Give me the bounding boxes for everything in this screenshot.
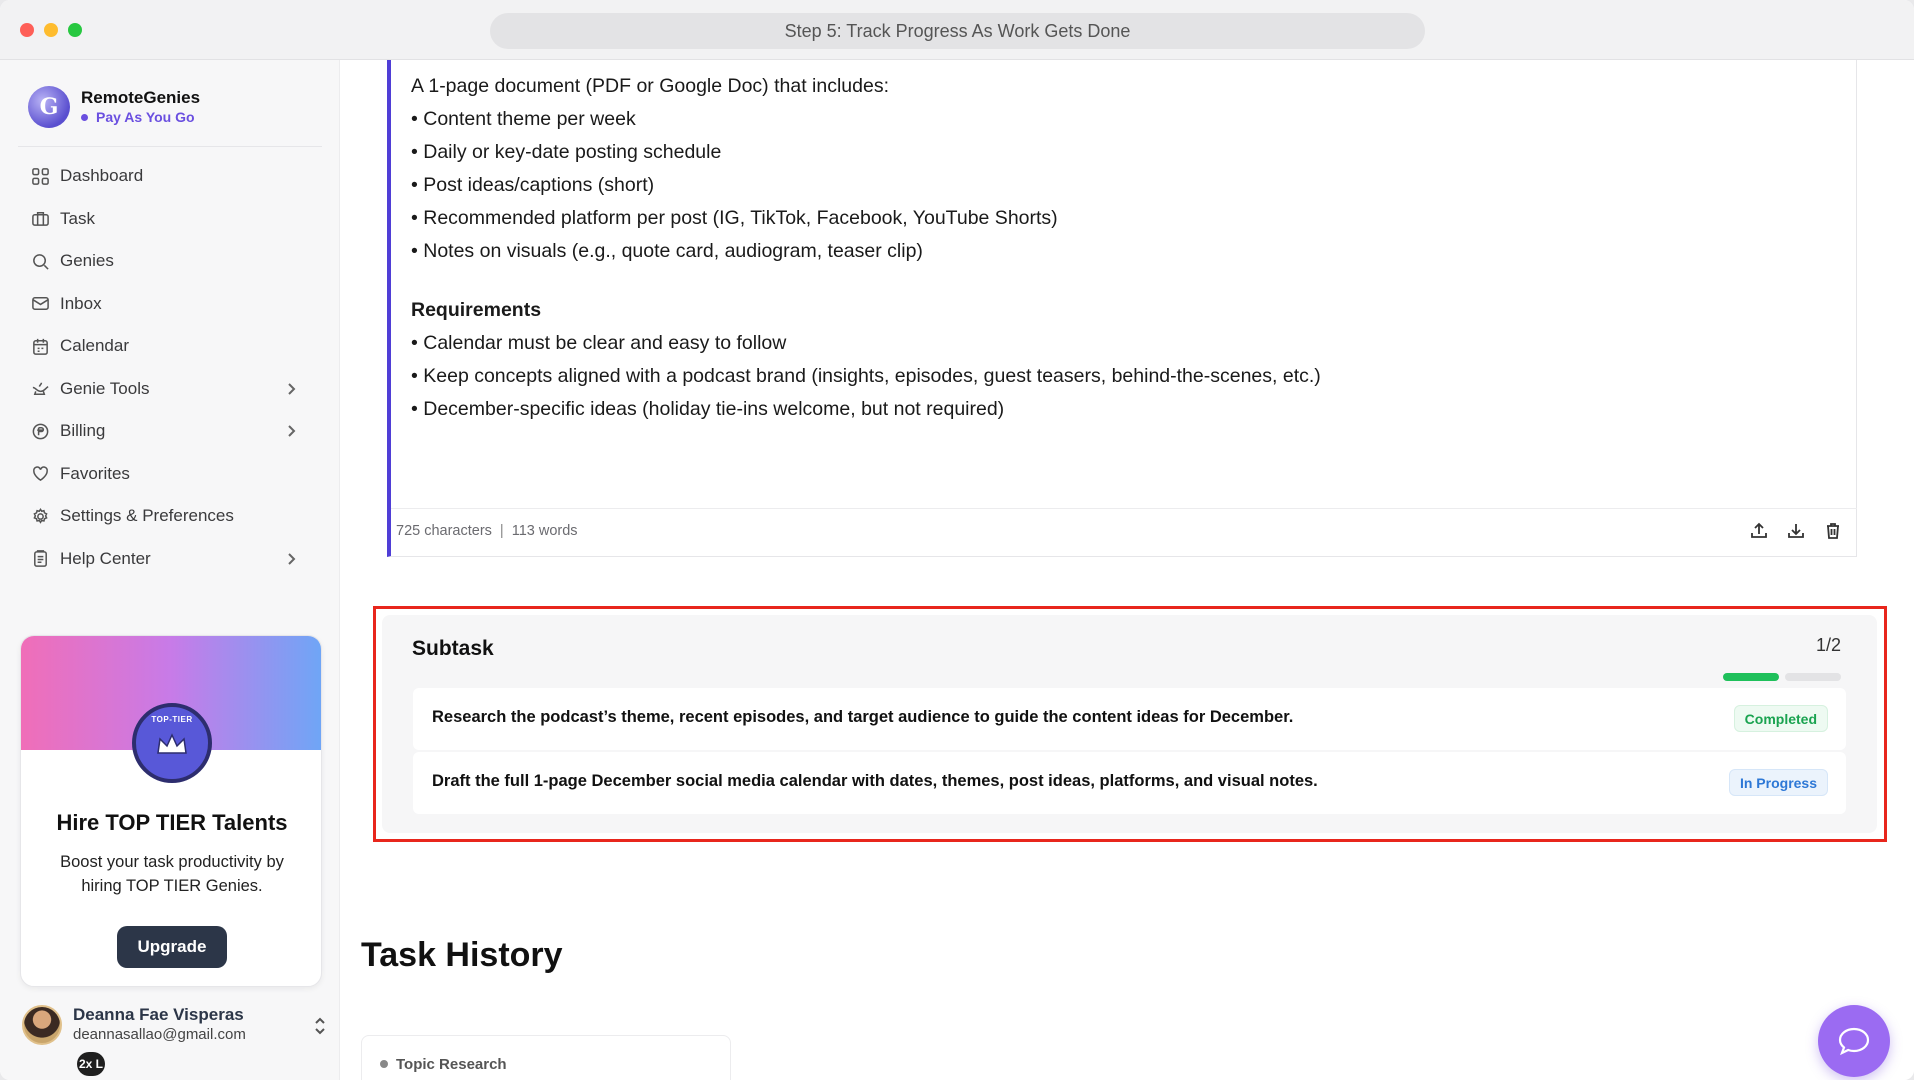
doc-line: • Recommended platform per post (IG, Tik…	[411, 207, 1058, 229]
title-bar: Step 5: Track Progress As Work Gets Done	[0, 0, 1914, 60]
document-footer: 725 characters | 113 words	[391, 508, 1857, 556]
task-history-heading: Task History	[361, 936, 563, 974]
progress-segment-remaining	[1785, 673, 1841, 681]
doc-line: A 1-page document (PDF or Google Doc) th…	[411, 75, 889, 97]
sidebar-item-label: Task	[60, 208, 95, 228]
briefcase-icon	[30, 209, 50, 229]
lamp-icon	[30, 379, 50, 399]
currency-icon	[30, 421, 50, 441]
sidebar-item-label: Settings & Preferences	[60, 506, 234, 526]
doc-line: • Content theme per week	[411, 108, 636, 130]
sidebar: G RemoteGenies Pay As You Go Dashboard T…	[0, 60, 340, 1080]
download-icon[interactable]	[1786, 521, 1806, 541]
user-profile[interactable]: Deanna Fae Visperas deannasallao@gmail.c…	[22, 1005, 332, 1076]
main-content: A 1-page document (PDF or Google Doc) th…	[341, 60, 1914, 1080]
user-name: Deanna Fae Visperas	[73, 1005, 244, 1024]
sidebar-nav: Dashboard Task Genies Inbox Calendar Gen…	[18, 155, 322, 580]
subtask-row[interactable]: Research the podcast’s theme, recent epi…	[413, 688, 1846, 750]
sidebar-item-task[interactable]: Task	[18, 198, 322, 241]
window-title: Step 5: Track Progress As Work Gets Done	[490, 13, 1425, 49]
crown-icon	[156, 733, 188, 757]
mail-icon	[30, 294, 50, 314]
brand-name: RemoteGenies	[81, 88, 201, 107]
calendar-icon	[30, 336, 50, 356]
brand-logo-letter: G	[39, 94, 59, 120]
status-badge-in-progress: In Progress	[1728, 769, 1828, 796]
gear-icon	[30, 506, 50, 526]
sidebar-item-label: Genie Tools	[60, 378, 150, 398]
deliverable-document-card: A 1-page document (PDF or Google Doc) th…	[387, 60, 1857, 557]
app-window: Step 5: Track Progress As Work Gets Done…	[0, 0, 1914, 1080]
promo-text: Boost your task productivity by hiring T…	[60, 853, 284, 895]
promo-title: Hire TOP TIER Talents	[56, 810, 288, 835]
sidebar-item-dashboard[interactable]: Dashboard	[18, 155, 322, 198]
dashboard-icon	[30, 166, 50, 186]
chevron-up-down-icon[interactable]	[312, 1015, 328, 1037]
chat-button[interactable]	[1818, 1005, 1890, 1077]
stats-separator: |	[499, 523, 504, 539]
avatar	[22, 1005, 62, 1045]
close-window-button[interactable]	[20, 23, 34, 37]
sidebar-item-label: Genies	[60, 251, 114, 271]
document-actions	[1749, 521, 1843, 541]
progress-segment-completed	[1723, 673, 1779, 681]
sidebar-item-label: Calendar	[60, 336, 129, 356]
document-body[interactable]: A 1-page document (PDF or Google Doc) th…	[411, 70, 1831, 426]
upgrade-promo-card: TOP-TIER Hire TOP TIER Talents Boost you…	[20, 635, 322, 987]
doc-line: • Post ideas/captions (short)	[411, 174, 655, 196]
chevron-right-icon	[282, 380, 300, 398]
history-card[interactable]: Topic Research	[361, 1035, 731, 1080]
history-item: Topic Research	[380, 1056, 507, 1073]
maximize-window-button[interactable]	[68, 23, 82, 37]
status-badge-completed: Completed	[1733, 705, 1828, 732]
minimize-window-button[interactable]	[44, 23, 58, 37]
subtask-progress-bar	[1723, 673, 1841, 681]
subtask-count: 1/2	[1815, 635, 1841, 655]
divider	[18, 146, 322, 147]
sidebar-item-favorites[interactable]: Favorites	[18, 453, 322, 496]
chat-bubble-icon	[1838, 1027, 1870, 1056]
doc-line: • Notes on visuals (e.g., quote card, au…	[411, 240, 923, 262]
clipboard-icon	[30, 549, 50, 569]
sidebar-item-billing[interactable]: Billing	[18, 410, 322, 453]
zoom-badge: 2x L	[77, 1052, 105, 1076]
requirements-heading: Requirements	[411, 299, 542, 321]
requirement-line: • December-specific ideas (holiday tie-i…	[411, 398, 1005, 420]
trash-icon[interactable]	[1823, 521, 1843, 541]
sidebar-item-label: Billing	[60, 421, 106, 441]
sidebar-item-calendar[interactable]: Calendar	[18, 325, 322, 368]
requirement-line: • Calendar must be clear and easy to fol…	[411, 332, 787, 354]
sidebar-item-label: Favorites	[60, 463, 130, 483]
sidebar-item-settings[interactable]: Settings & Preferences	[18, 495, 322, 538]
sidebar-item-genies[interactable]: Genies	[18, 240, 322, 283]
doc-line: • Daily or key-date posting schedule	[411, 141, 722, 163]
sidebar-item-label: Help Center	[60, 548, 151, 568]
sidebar-item-label: Inbox	[60, 293, 102, 313]
badge-text: TOP-TIER	[151, 715, 193, 724]
sidebar-item-genie-tools[interactable]: Genie Tools	[18, 368, 322, 411]
subtask-row[interactable]: Draft the full 1-page December social me…	[413, 752, 1846, 814]
brand-logo-icon: G	[28, 86, 70, 128]
word-count: 113 words	[511, 523, 578, 539]
requirement-line: • Keep concepts aligned with a podcast b…	[411, 365, 1321, 387]
subtask-title: Subtask	[412, 637, 494, 660]
top-tier-badge-icon: TOP-TIER	[132, 703, 212, 783]
upload-icon[interactable]	[1749, 521, 1769, 541]
document-stats: 725 characters | 113 words	[396, 523, 578, 539]
search-icon	[30, 251, 50, 271]
user-email: deannasallao@gmail.com	[73, 1026, 246, 1043]
brand[interactable]: G RemoteGenies Pay As You Go	[28, 86, 318, 130]
chevron-right-icon	[282, 422, 300, 440]
character-count: 725 characters	[396, 523, 492, 539]
heart-icon	[30, 464, 50, 484]
subtask-panel: Subtask 1/2 Research the podcast’s theme…	[382, 615, 1877, 833]
sidebar-item-help-center[interactable]: Help Center	[18, 538, 322, 581]
upgrade-button[interactable]: Upgrade	[117, 926, 227, 968]
chevron-right-icon	[282, 550, 300, 568]
sidebar-item-label: Dashboard	[60, 166, 144, 186]
plan-badge: Pay As You Go	[81, 109, 195, 125]
subtask-text: Draft the full 1-page December social me…	[432, 772, 1318, 790]
sidebar-item-inbox[interactable]: Inbox	[18, 283, 322, 326]
subtask-text: Research the podcast’s theme, recent epi…	[432, 708, 1294, 726]
